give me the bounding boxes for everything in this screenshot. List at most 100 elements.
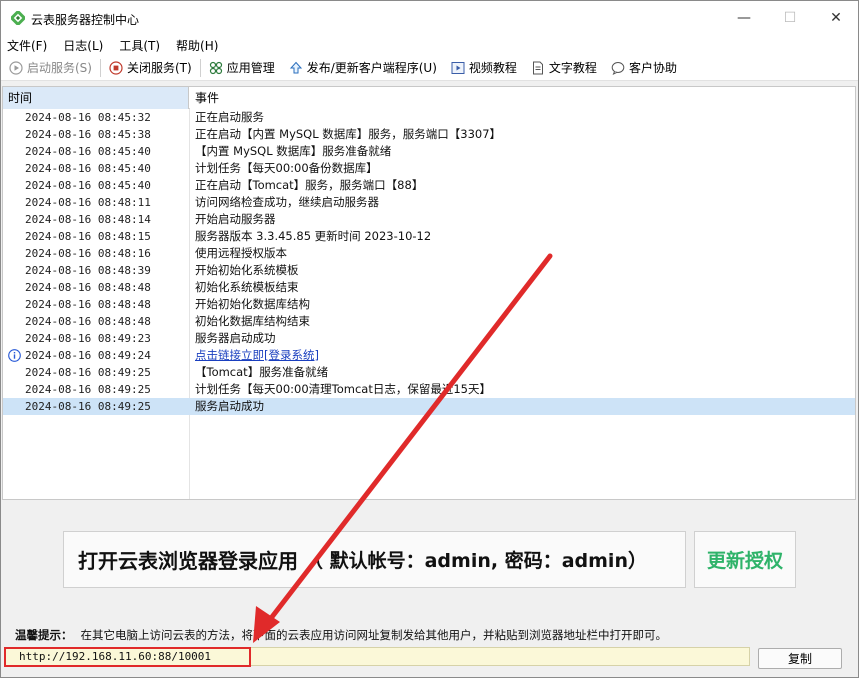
window-title: 云表服务器控制中心 [31, 13, 140, 27]
table-row[interactable]: 2024-08-16 08:48:48 开始初始化数据库结构 [3, 296, 855, 313]
time-cell: 2024-08-16 08:48:15 [25, 230, 151, 243]
table-row[interactable]: 2024-08-16 08:48:48 初始化数据库结构结束 [3, 313, 855, 330]
table-row[interactable]: 2024-08-16 08:48:39 开始初始化系统模板 [3, 262, 855, 279]
event-cell: 开始初始化数据库结构 [195, 297, 310, 311]
time-cell: 2024-08-16 08:49:24 [25, 349, 151, 362]
time-cell: 2024-08-16 08:45:40 [25, 179, 151, 192]
text-tutorial-label: 文字教程 [548, 61, 597, 75]
time-cell: 2024-08-16 08:48:14 [25, 213, 151, 226]
table-row[interactable]: 2024-08-16 08:49:23 服务器启动成功 [3, 330, 855, 347]
app-window: 云表服务器控制中心 — ☐ ✕ 文件(F) 日志(L) 工具(T) 帮助(H) … [0, 0, 859, 678]
log-table[interactable]: 时间 事件 2024-08-16 08:45:32 正在启动服务 2024-08-1… [2, 86, 856, 500]
table-row[interactable]: 2024-08-16 08:49:24 点击链接立即[登录系统] [3, 347, 855, 364]
minimize-button[interactable]: — [721, 1, 767, 35]
event-cell: 开始启动服务器 [195, 212, 276, 226]
event-cell: 使用远程授权版本 [195, 246, 287, 260]
table-row[interactable]: 2024-08-16 08:48:48 初始化系统模板结束 [3, 279, 855, 296]
table-row[interactable]: 2024-08-16 08:48:15 服务器版本 3.3.45.85 更新时间 … [3, 228, 855, 245]
time-cell: 2024-08-16 08:48:48 [25, 281, 151, 294]
chat-bubble-icon [611, 61, 625, 75]
table-row[interactable]: 2024-08-16 08:45:40 正在启动【Tomcat】服务，服务端口【8… [3, 177, 855, 194]
open-browser-login-button[interactable]: 打开云表浏览器登录应用 （ 默认帐号：admin, 密码：admin） [63, 531, 686, 588]
url-highlight-annotation [4, 647, 251, 667]
event-cell: 服务器版本 3.3.45.85 更新时间 2023-10-12 [195, 229, 432, 243]
event-cell: 计划任务【每天00:00备份数据库】 [195, 161, 378, 175]
event-cell: 正在启动【Tomcat】服务，服务端口【88】 [195, 178, 424, 192]
video-tutorial-label: 视频教程 [468, 61, 517, 75]
event-cell: 正在启动【内置 MySQL 数据库】服务，服务端口【3307】 [195, 127, 502, 141]
tip-text: 在其它电脑上访问云表的方法，将下面的云表应用访问网址复制发给其他用户，并粘贴到浏… [80, 628, 668, 642]
app-management-button[interactable]: 应用管理 [209, 59, 275, 76]
table-row[interactable]: 2024-08-16 08:45:40 计划任务【每天00:00备份数据库】 [3, 160, 855, 177]
toolbar-separator [99, 58, 101, 77]
table-row[interactable]: 2024-08-16 08:45:38 正在启动【内置 MySQL 数据库】服务，… [3, 126, 855, 143]
play-circle-icon [9, 60, 23, 75]
video-tutorial-button[interactable]: 视频教程 [451, 59, 517, 76]
title-bar: 云表服务器控制中心 — ☐ ✕ [1, 1, 858, 35]
time-cell: 2024-08-16 08:48:39 [25, 264, 151, 277]
event-cell: 初始化数据库结构结束 [195, 314, 310, 328]
time-cell: 2024-08-16 08:49:25 [25, 383, 151, 396]
app-logo-icon [11, 11, 25, 25]
time-cell: 2024-08-16 08:49:23 [25, 332, 151, 345]
event-cell: 服务启动成功 [195, 399, 264, 413]
table-row[interactable]: 2024-08-16 08:49:25 【Tomcat】服务准备就绪 [3, 364, 855, 381]
text-tutorial-button[interactable]: 文字教程 [531, 59, 597, 76]
document-icon [531, 61, 545, 75]
toolbar-separator [199, 58, 201, 77]
customer-support-button[interactable]: 客户协助 [611, 59, 677, 76]
upload-arrow-icon [289, 61, 303, 75]
event-cell: 计划任务【每天00:00清理Tomcat日志，保留最近15天】 [195, 382, 491, 396]
table-row[interactable]: 2024-08-16 08:48:14 开始启动服务器 [3, 211, 855, 228]
menu-file[interactable]: 文件(F) [7, 37, 47, 54]
stop-service-label: 关闭服务(T) [126, 61, 192, 75]
menu-log[interactable]: 日志(L) [63, 37, 103, 54]
column-header-time[interactable]: 时间 [3, 87, 189, 109]
event-cell: 【内置 MySQL 数据库】服务准备就绪 [195, 144, 392, 158]
table-header: 时间 事件 [3, 87, 855, 109]
menu-help[interactable]: 帮助(H) [176, 37, 218, 54]
app-management-label: 应用管理 [226, 61, 275, 75]
tip-line: 温馨提示： 在其它电脑上访问云表的方法，将下面的云表应用访问网址复制发给其他用户，… [15, 627, 667, 643]
time-cell: 2024-08-16 08:49:25 [25, 366, 151, 379]
table-row[interactable]: 2024-08-16 08:49:25 计划任务【每天00:00清理Tomcat日… [3, 381, 855, 398]
maximize-button[interactable]: ☐ [767, 1, 813, 35]
event-cell: 访问网络检查成功，继续启动服务器 [195, 195, 379, 209]
table-row[interactable]: 2024-08-16 08:45:32 正在启动服务 [3, 109, 855, 126]
start-service-button[interactable]: 启动服务(S) [9, 59, 92, 76]
event-cell: 开始初始化系统模板 [195, 263, 299, 277]
time-cell: 2024-08-16 08:45:32 [25, 111, 151, 124]
time-cell: 2024-08-16 08:48:48 [25, 298, 151, 311]
table-row[interactable]: 2024-08-16 08:48:16 使用远程授权版本 [3, 245, 855, 262]
table-row[interactable]: 2024-08-16 08:48:11 访问网络检查成功，继续启动服务器 [3, 194, 855, 211]
table-row[interactable]: 2024-08-16 08:45:40 【内置 MySQL 数据库】服务准备就绪 [3, 143, 855, 160]
column-header-event[interactable]: 事件 [190, 87, 855, 109]
start-service-label: 启动服务(S) [27, 61, 92, 75]
time-cell: 2024-08-16 08:45:38 [25, 128, 151, 141]
toolbar: 启动服务(S) 关闭服务(T) 应用管理 发布/更新客户端程序(U) 视频教程 … [1, 55, 858, 81]
event-cell: 【Tomcat】服务准备就绪 [195, 365, 329, 379]
menu-tools[interactable]: 工具(T) [119, 37, 160, 54]
time-cell: 2024-08-16 08:45:40 [25, 145, 151, 158]
renew-license-button[interactable]: 更新授权 [694, 531, 796, 588]
time-cell: 2024-08-16 08:48:16 [25, 247, 151, 260]
publish-client-label: 发布/更新客户端程序(U) [306, 61, 437, 75]
tip-label: 温馨提示： [15, 628, 73, 642]
stop-circle-icon [109, 60, 123, 75]
login-system-link[interactable]: 点击链接立即[登录系统] [195, 347, 319, 364]
copy-url-button[interactable]: 复制 [758, 648, 842, 669]
event-cell: 服务器启动成功 [195, 331, 276, 345]
customer-support-label: 客户协助 [628, 61, 677, 75]
time-cell: 2024-08-16 08:48:11 [25, 196, 151, 209]
info-icon [8, 349, 21, 362]
apps-grid-icon [209, 61, 223, 75]
event-cell: 正在启动服务 [195, 110, 264, 124]
time-cell: 2024-08-16 08:49:25 [25, 400, 151, 413]
close-button[interactable]: ✕ [813, 1, 859, 35]
default-credentials-label: （ 默认帐号：admin, 密码：admin） [304, 550, 647, 572]
publish-client-button[interactable]: 发布/更新客户端程序(U) [289, 59, 437, 76]
event-cell: 初始化系统模板结束 [195, 280, 299, 294]
time-cell: 2024-08-16 08:45:40 [25, 162, 151, 175]
stop-service-button[interactable]: 关闭服务(T) [109, 59, 192, 76]
table-row[interactable]: 2024-08-16 08:49:25 服务启动成功 [3, 398, 855, 415]
